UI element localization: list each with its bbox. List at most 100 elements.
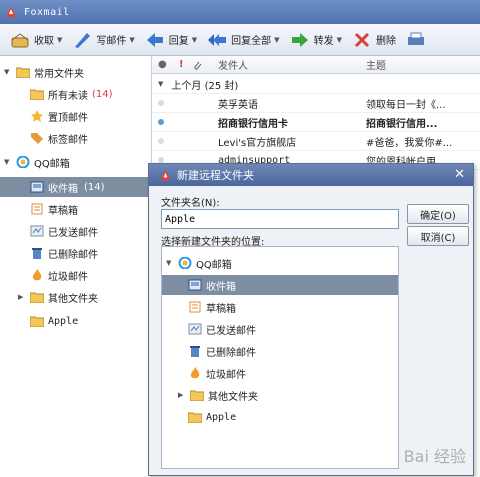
- collapse-icon[interactable]: ▼: [158, 80, 163, 88]
- compose-label: 写邮件: [96, 36, 127, 47]
- sidebar-item-label: 垃圾邮件: [48, 271, 88, 283]
- expand-icon[interactable]: ▶: [178, 391, 188, 399]
- sender-cell: 招商银行信用卡: [218, 118, 288, 130]
- app-titlebar: Foxmail: [0, 0, 480, 24]
- reply-all-button[interactable]: 回复全部 ▼: [207, 30, 280, 50]
- drafts-icon: [189, 301, 201, 313]
- sidebar-item-label: 已发送邮件: [48, 227, 98, 239]
- chevron-down-icon[interactable]: ▼: [274, 36, 279, 44]
- table-row[interactable]: 招商银行信用卡 招商银行信用...: [152, 113, 480, 132]
- group-label: 上个月 (25 封): [171, 80, 239, 92]
- sidebar-item-inbox[interactable]: 收件箱 (14): [0, 177, 152, 197]
- receive-icon: [11, 32, 29, 47]
- sidebar-item-tagged[interactable]: 标签邮件: [30, 128, 88, 148]
- drafts-icon: [31, 203, 43, 215]
- read-status-column-icon[interactable]: ●: [158, 59, 167, 70]
- table-row[interactable]: Levi's官方旗舰店 #爸爸，我爱你#...: [152, 132, 480, 151]
- cancel-button[interactable]: 取消(C): [407, 226, 469, 246]
- expand-icon[interactable]: ▶: [18, 293, 28, 301]
- tree-item-qq-account[interactable]: ▼ QQ邮箱: [166, 253, 232, 273]
- sidebar-item-apple[interactable]: Apple: [30, 311, 78, 331]
- sender-cell: Levi's官方旗舰店: [218, 137, 297, 149]
- sidebar-item-all-unread[interactable]: 所有未读 (14): [30, 84, 113, 104]
- reply-all-label: 回复全部: [231, 36, 272, 47]
- folder-icon: [30, 292, 44, 303]
- folder-sidebar: ▼ 常用文件夹 所有未读 (14) 置顶邮件 标签邮件 ▼ QQ邮箱 收件箱 (…: [0, 56, 152, 477]
- foxmail-logo-icon: [6, 6, 16, 17]
- chevron-down-icon[interactable]: ▼: [129, 36, 134, 44]
- folder-icon: [16, 67, 30, 78]
- sidebar-item-other-folders[interactable]: ▶ 其他文件夹: [18, 287, 98, 307]
- sidebar-item-drafts[interactable]: 草稿箱: [30, 199, 78, 219]
- delete-label: 删除: [375, 36, 396, 47]
- collapse-icon[interactable]: ▼: [4, 68, 14, 76]
- sidebar-item-label: Apple: [48, 315, 79, 327]
- attachment-column-icon[interactable]: [192, 60, 202, 71]
- sidebar-item-label: 置顶邮件: [48, 112, 88, 124]
- main-toolbar: 收取 ▼ 写邮件 ▼ 回复 ▼ 回复全部 ▼ 转发 ▼ 删除: [0, 24, 480, 56]
- sidebar-item-pinned[interactable]: 置顶邮件: [30, 106, 88, 126]
- group-header[interactable]: ▼ 上个月 (25 封): [152, 75, 480, 94]
- subject-column-header[interactable]: 主题: [366, 57, 386, 72]
- trash-can-icon: [190, 346, 200, 357]
- read-status-dot[interactable]: [158, 138, 164, 144]
- sent-icon: [188, 323, 202, 335]
- unread-status-dot[interactable]: [158, 119, 164, 125]
- app-title: Foxmail: [24, 6, 70, 18]
- inbox-icon: [188, 279, 202, 291]
- reply-all-arrow-icon: [208, 33, 227, 46]
- star-icon: [31, 110, 43, 122]
- print-button[interactable]: [406, 30, 430, 50]
- tree-item-apple[interactable]: Apple: [188, 407, 236, 427]
- tree-item-label: 草稿箱: [206, 303, 236, 315]
- receive-label: 收取: [34, 36, 54, 47]
- folder-icon: [188, 412, 202, 423]
- tree-item-inbox[interactable]: 收件箱: [162, 275, 398, 295]
- tree-item-label: 其他文件夹: [208, 391, 258, 403]
- forward-label: 转发: [313, 36, 334, 47]
- tree-item-junk[interactable]: 垃圾邮件: [188, 363, 246, 383]
- priority-column-icon[interactable]: !: [179, 59, 184, 70]
- read-status-dot[interactable]: [158, 100, 164, 106]
- folder-location-tree[interactable]: ▼ QQ邮箱 收件箱 草稿箱 已发送邮件 已删除邮件 垃圾邮件 ▶ 其他文件夹: [161, 246, 399, 469]
- collapse-icon[interactable]: ▼: [166, 259, 176, 267]
- tree-item-other-folders[interactable]: ▶ 其他文件夹: [178, 385, 258, 405]
- tree-item-sent[interactable]: 已发送邮件: [188, 319, 256, 339]
- reply-arrow-icon: [146, 32, 163, 47]
- folder-name-input[interactable]: [161, 209, 399, 229]
- printer-icon: [407, 32, 424, 45]
- delete-button[interactable]: 删除: [352, 30, 396, 50]
- sidebar-item-qq-account[interactable]: ▼ QQ邮箱: [4, 152, 70, 172]
- ok-button[interactable]: 确定(O): [407, 204, 469, 224]
- chevron-down-icon[interactable]: ▼: [57, 36, 62, 44]
- tree-item-label: Apple: [206, 411, 237, 423]
- sidebar-item-label: 标签邮件: [48, 134, 88, 146]
- sidebar-item-common-folders[interactable]: ▼ 常用文件夹: [4, 62, 84, 82]
- sidebar-item-label: 常用文件夹: [34, 68, 84, 80]
- tree-item-label: 已删除邮件: [206, 347, 256, 359]
- compose-button[interactable]: 写邮件 ▼: [72, 30, 135, 50]
- sidebar-item-label: 所有未读: [48, 90, 88, 102]
- sidebar-item-junk[interactable]: 垃圾邮件: [30, 265, 88, 285]
- forward-button[interactable]: 转发 ▼: [290, 30, 342, 50]
- reply-button[interactable]: 回复 ▼: [145, 30, 197, 50]
- dialog-title: 新建远程文件夹: [177, 169, 254, 182]
- close-icon[interactable]: ✕: [454, 167, 465, 182]
- unread-count: (14): [84, 181, 105, 193]
- sidebar-item-deleted[interactable]: 已删除邮件: [30, 243, 98, 263]
- sender-column-header[interactable]: 发件人: [218, 57, 248, 72]
- junk-fire-icon: [190, 367, 200, 379]
- tree-item-drafts[interactable]: 草稿箱: [188, 297, 236, 317]
- chevron-down-icon[interactable]: ▼: [192, 36, 197, 44]
- sender-cell: 英孚英语: [218, 99, 258, 111]
- table-row[interactable]: 英孚英语 领取每日一封《...: [152, 94, 480, 113]
- receive-button[interactable]: 收取 ▼: [10, 30, 62, 50]
- tree-item-deleted[interactable]: 已删除邮件: [188, 341, 256, 361]
- sidebar-item-sent[interactable]: 已发送邮件: [30, 221, 98, 241]
- chevron-down-icon[interactable]: ▼: [337, 36, 342, 44]
- pen-icon: [75, 32, 91, 48]
- new-remote-folder-dialog: 新建远程文件夹 ✕ 文件夹名(N): 确定(O) 取消(C) 选择新建文件夹的位…: [148, 163, 474, 476]
- sidebar-item-label: QQ邮箱: [34, 158, 70, 170]
- collapse-icon[interactable]: ▼: [4, 158, 14, 166]
- dialog-titlebar[interactable]: 新建远程文件夹: [149, 164, 473, 186]
